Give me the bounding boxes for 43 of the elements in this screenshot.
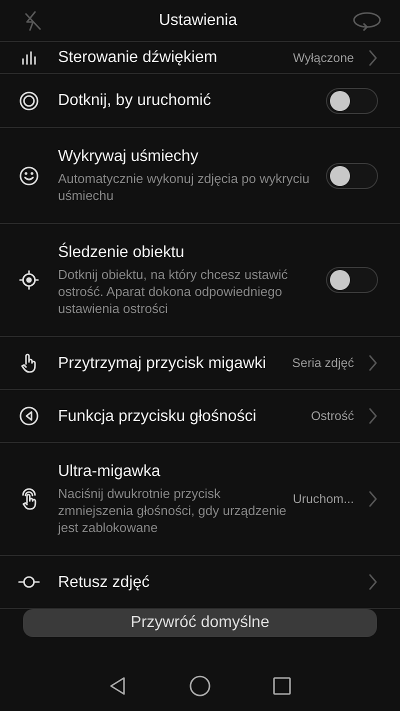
toggle-switch[interactable] [326, 162, 378, 188]
setting-value: Ostrość [310, 409, 354, 423]
target-icon [19, 90, 39, 110]
chevron-right-icon [368, 573, 378, 591]
setting-value: Seria zdjęć [292, 356, 354, 370]
setting-title: Ultra-migawka [58, 462, 162, 481]
chevron-right-icon [368, 354, 378, 372]
setting-title: Retusz zdjęć [58, 572, 151, 592]
setting-description: Dotknij obiektu, na który chcesz ustawić ostrość. Aparat dokona odpowiedniego ustawienia ostrości [58, 266, 289, 317]
setting-description: Naciśnij dwukrotnie przycisk zmniejszenia głośności, gdy urządzenie jest zablokowane [58, 485, 288, 536]
setting-title: Sterowanie dźwiękiem [58, 48, 218, 67]
recents-icon[interactable] [272, 676, 292, 696]
crosshair-icon [19, 270, 39, 290]
toggle-switch[interactable] [326, 88, 378, 114]
toggle-switch[interactable] [326, 267, 378, 293]
setting-row[interactable]: Ultra-migawka Naciśnij dwukrotnie przycisk zmniejszenia głośności, gdy urządzenie jest zablokowane Uruchom... [0, 443, 400, 556]
setting-value: Uruchom... [292, 492, 354, 506]
setting-title: Funkcja przycisku głośności [58, 406, 258, 426]
setting-row[interactable]: Dotknij, by uruchomić [0, 74, 400, 128]
hand-icon [20, 353, 38, 373]
setting-title: Śledzenie obiektu [58, 243, 186, 262]
setting-value: Wyłączone [292, 50, 354, 64]
speaker-icon [19, 406, 39, 426]
home-icon[interactable] [188, 675, 211, 697]
setting-row[interactable]: Śledzenie obiektu Dotknij obiektu, na który chcesz ustawić ostrość. Aparat dokona odpowiedniego ustawienia ostrości [0, 224, 400, 337]
setting-description: Automatycznie wykonuj zdjęcia po wykryciu uśmiechu [58, 170, 310, 204]
rotate-icon[interactable] [352, 10, 382, 32]
setting-title: Wykrywaj uśmiechy [58, 147, 200, 166]
setting-title: Przytrzymaj przycisk migawki [58, 354, 268, 372]
setting-row[interactable]: Wykrywaj uśmiechy Automatycznie wykonuj zdjęcia po wykryciu uśmiechu [0, 128, 400, 224]
chevron-right-icon [368, 490, 378, 508]
chevron-right-icon [368, 48, 378, 66]
chevron-right-icon [368, 407, 378, 425]
tap-icon [20, 488, 38, 510]
setting-row[interactable]: Sterowanie dźwiękiem Wyłączone [0, 42, 400, 74]
screen-title: Ustawienia [158, 12, 238, 30]
aperture-icon [18, 575, 40, 589]
reset-button[interactable]: Przywróć domyślne [23, 609, 377, 637]
setting-title: Dotknij, by uruchomić [58, 91, 212, 110]
smiley-icon [19, 166, 39, 186]
setting-row[interactable]: Przytrzymaj przycisk migawki Seria zdjęć [0, 337, 400, 390]
bars-icon [21, 50, 37, 64]
setting-row[interactable]: Funkcja przycisku głośności Ostrość [0, 390, 400, 443]
